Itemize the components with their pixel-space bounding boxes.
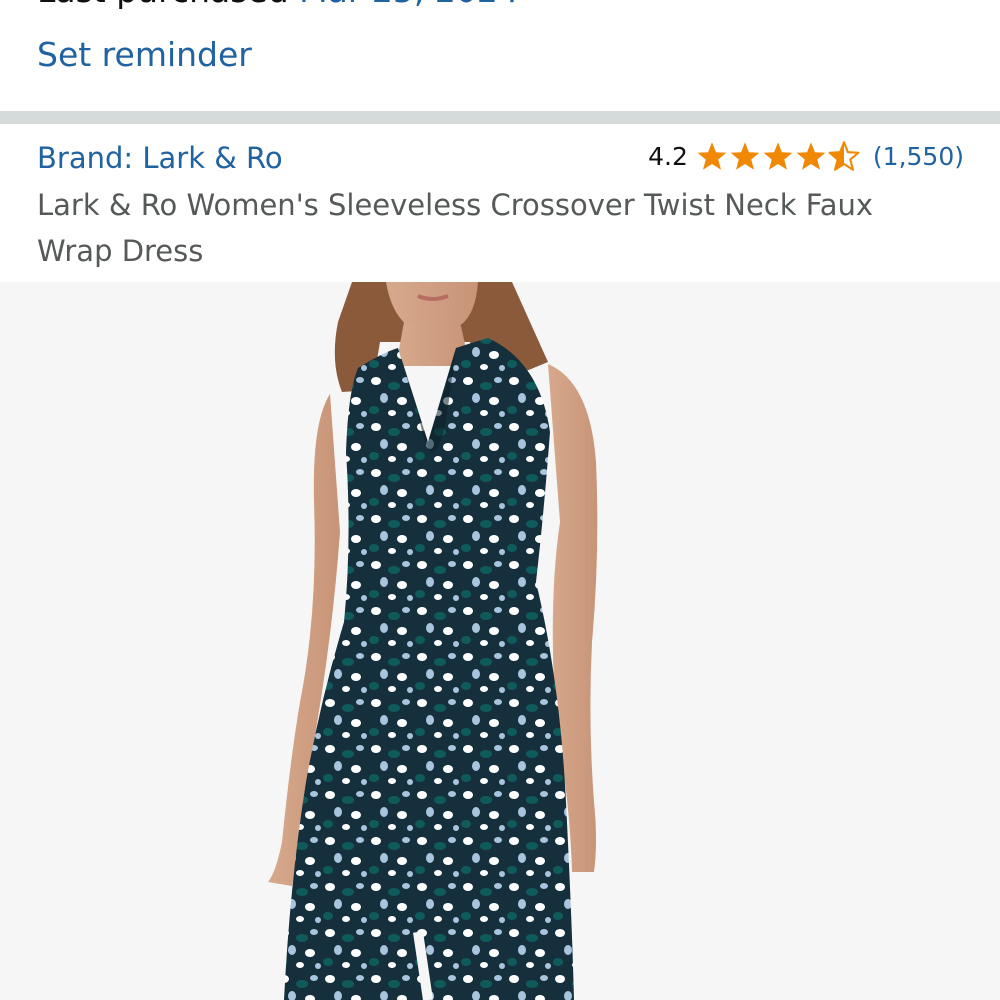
review-count-link[interactable]: (1,550) (873, 142, 964, 171)
section-divider (0, 111, 1000, 124)
product-info-card: Brand: Lark & Ro 4.2 (1,550) Lark & Ro W… (0, 124, 1000, 282)
star-full-icon (730, 142, 760, 170)
product-title[interactable]: Lark & Ro Women's Sleeveless Crossover T… (37, 182, 937, 274)
star-half-icon (828, 141, 860, 171)
product-image[interactable] (0, 282, 1000, 1000)
star-full-icon (697, 142, 727, 170)
star-rating (696, 141, 861, 171)
star-full-icon (796, 142, 826, 170)
star-full-icon (763, 142, 793, 170)
rating-value: 4.2 (648, 141, 688, 171)
last-purchased-text: Last purchased Mar 25, 2024 (37, 0, 519, 13)
product-detail-page: Last purchased Mar 25, 2024 Set reminder… (0, 0, 1000, 1000)
purchase-info-card: Last purchased Mar 25, 2024 Set reminder (0, 0, 1000, 111)
product-photo-icon (268, 282, 598, 1000)
brand-link[interactable]: Brand: Lark & Ro (37, 138, 283, 178)
last-purchased-date[interactable]: Mar 25, 2024 (299, 0, 519, 10)
rating-summary[interactable]: 4.2 (1,550) (648, 138, 964, 174)
set-reminder-link[interactable]: Set reminder (37, 33, 252, 77)
last-purchased-label: Last purchased (37, 0, 289, 10)
